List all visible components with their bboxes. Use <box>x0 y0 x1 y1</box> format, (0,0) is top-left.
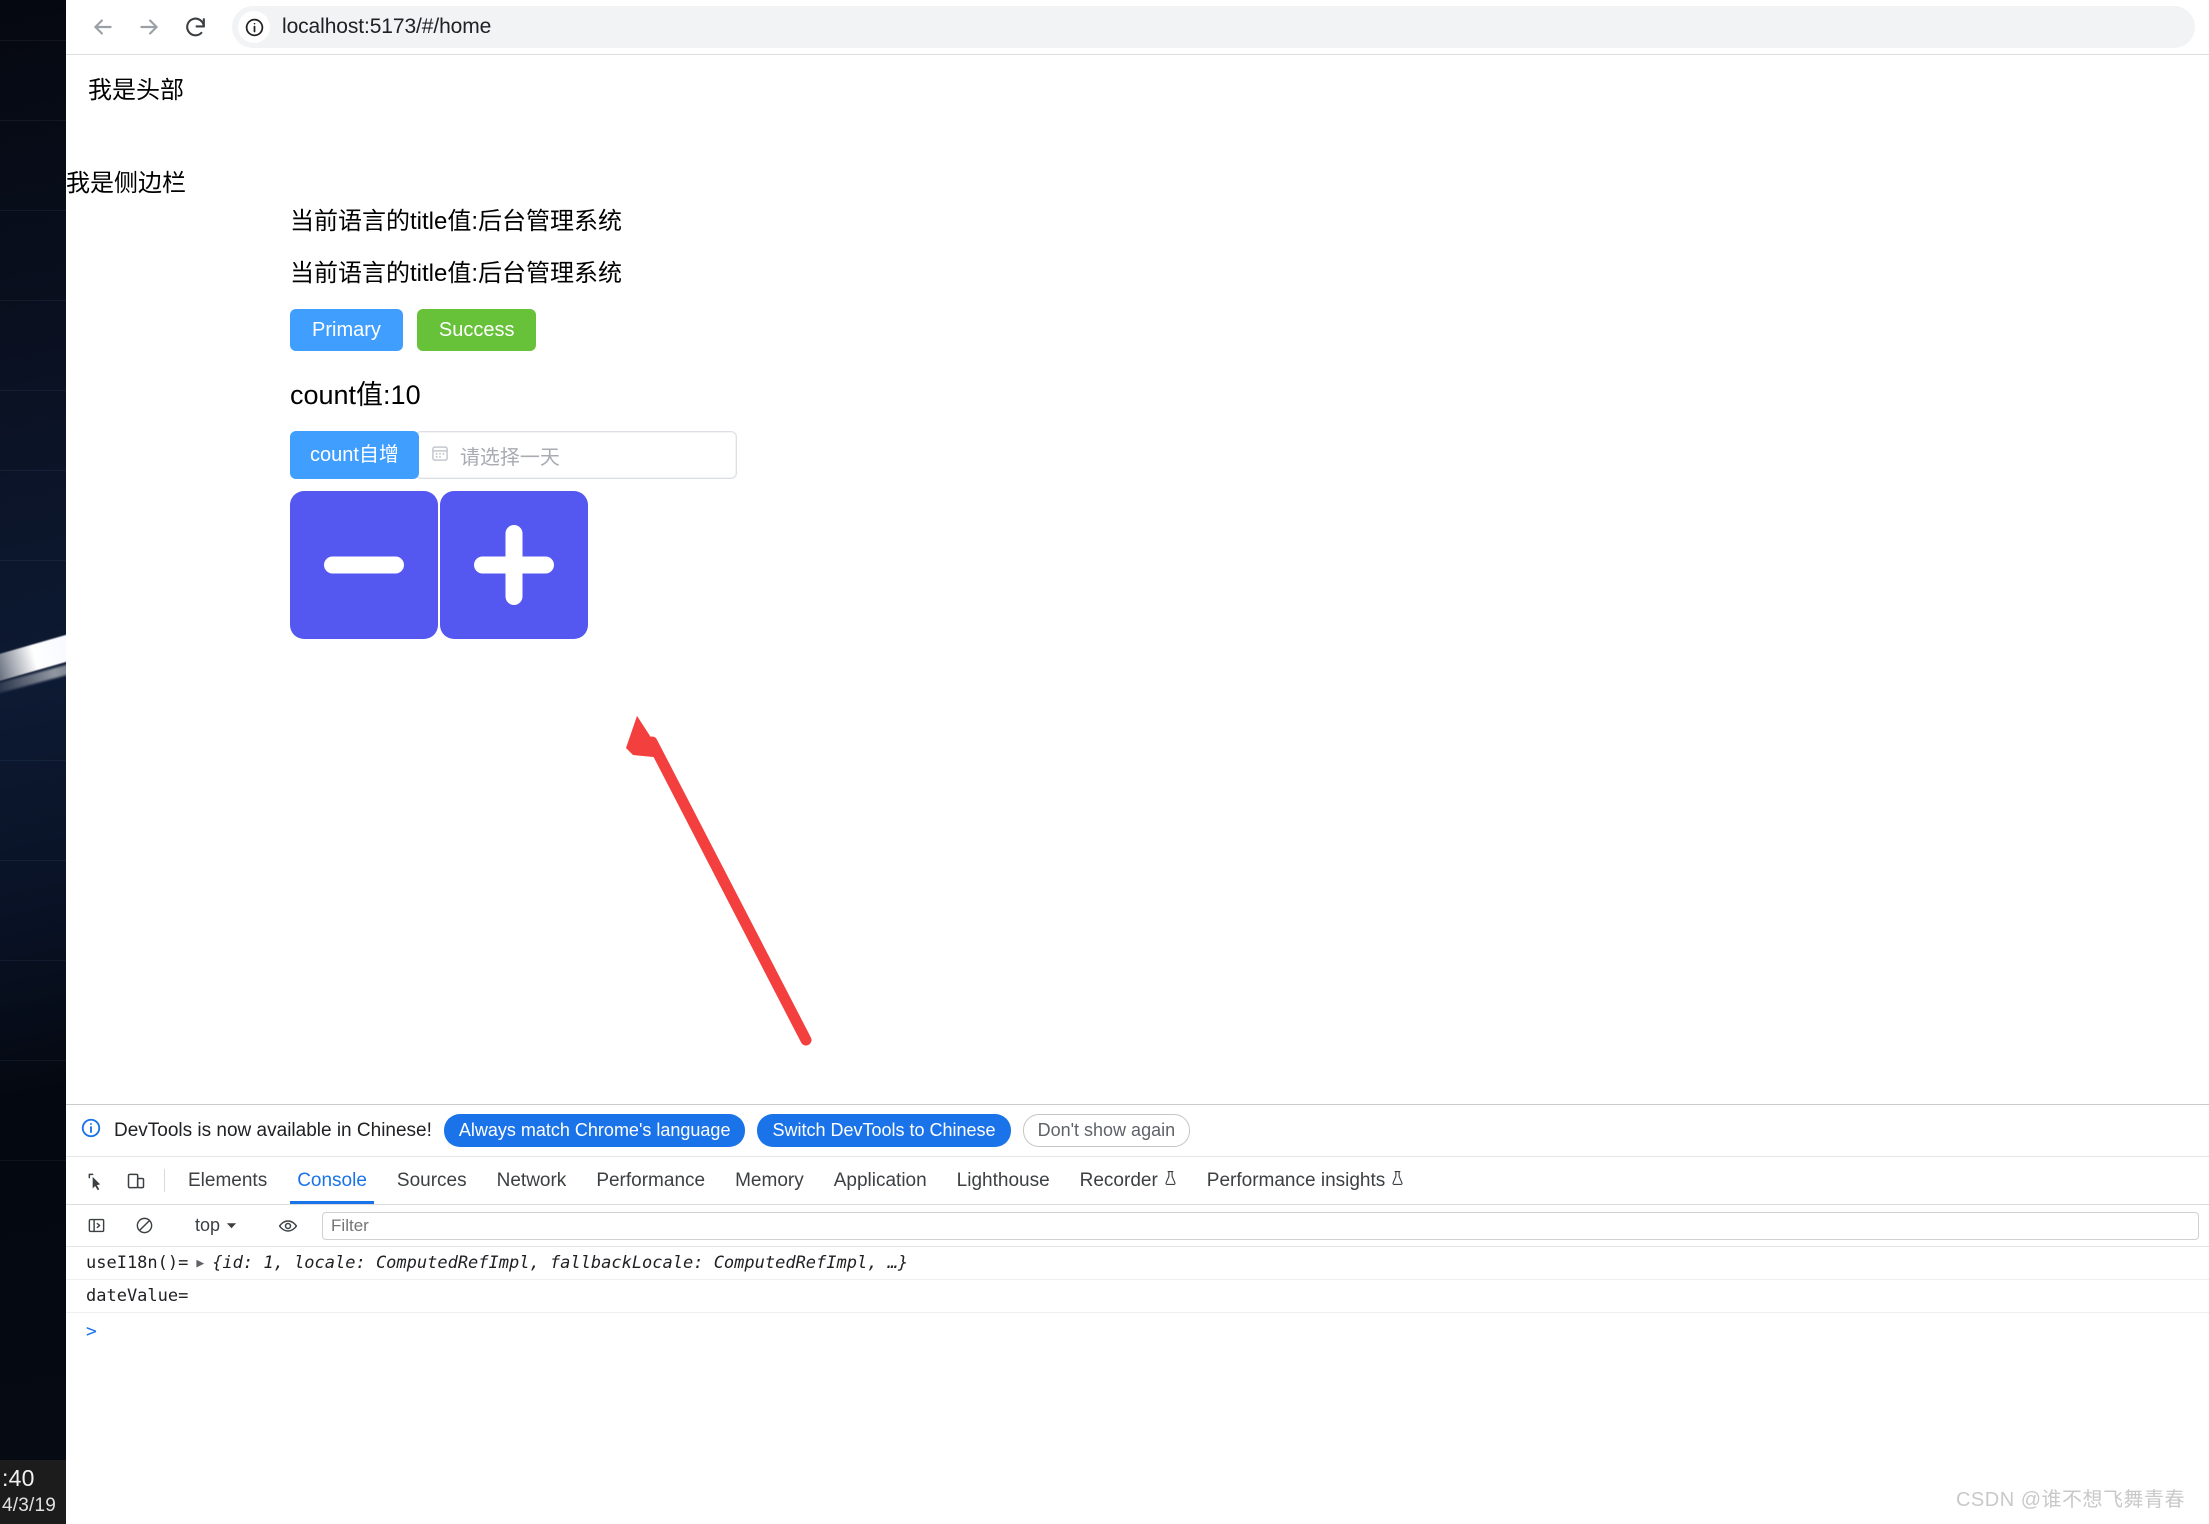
console-input-prompt[interactable]: > <box>66 1313 2209 1350</box>
calendar-icon <box>430 443 450 468</box>
csdn-watermark: CSDN @谁不想飞舞青春 <box>1955 1489 2185 1511</box>
always-match-language-button[interactable]: Always match Chrome's language <box>443 1113 746 1148</box>
tab-label: Performance <box>596 1169 706 1191</box>
browser-window: localhost:5173/#/home 我是头部 我是侧边栏 当前语言的ti… <box>66 0 2209 1524</box>
inspect-element-icon[interactable] <box>76 1157 116 1204</box>
tab-label: Lighthouse <box>956 1169 1050 1191</box>
console-sidebar-icon[interactable] <box>76 1216 116 1235</box>
info-circle-icon <box>80 1117 102 1144</box>
plus-icon[interactable] <box>440 491 588 639</box>
page-viewport: 我是头部 我是侧边栏 当前语言的title值:后台管理系统 当前语言的title… <box>66 55 2209 1104</box>
flask-icon <box>1391 1170 1404 1192</box>
tab-performance[interactable]: Performance <box>581 1157 720 1204</box>
element-button-row: Primary Success <box>290 309 1190 351</box>
info-circle-icon[interactable] <box>238 11 270 43</box>
clock-time: :40 <box>2 1465 35 1491</box>
console-log-row: useI18n()= ▶ {id: 1, locale: ComputedRef… <box>66 1247 2209 1280</box>
stepper-control <box>290 491 588 639</box>
red-arrow-annotation <box>626 716 812 1046</box>
i18n-title-line-2: 当前语言的title值:后台管理系统 <box>290 260 623 287</box>
console-message-list: useI18n()= ▶ {id: 1, locale: ComputedRef… <box>66 1247 2209 1524</box>
flask-icon <box>1164 1170 1177 1192</box>
devtools-panel: DevTools is now available in Chinese! Al… <box>66 1104 2209 1524</box>
tab-sources[interactable]: Sources <box>382 1157 482 1204</box>
tab-lighthouse[interactable]: Lighthouse <box>942 1157 1065 1204</box>
taskbar-clock: :40 4/3/19 <box>0 1460 66 1524</box>
console-log-label: useI18n()= <box>86 1253 189 1273</box>
forward-arrow-icon[interactable] <box>126 4 172 50</box>
address-bar-url: localhost:5173/#/home <box>282 15 492 38</box>
tab-label: Sources <box>396 1169 467 1191</box>
browser-toolbar: localhost:5173/#/home <box>66 0 2209 55</box>
devtools-tab-strip: Elements Console Sources Network Perform… <box>66 1157 2209 1205</box>
tab-label: Elements <box>188 1169 268 1191</box>
device-toolbar-icon[interactable] <box>116 1157 156 1204</box>
switch-devtools-language-button[interactable]: Switch DevTools to Chinese <box>757 1113 1011 1148</box>
tab-label: Memory <box>735 1169 804 1191</box>
expand-object-icon[interactable]: ▶ <box>196 1256 204 1271</box>
console-toolbar: top <box>66 1205 2209 1247</box>
tab-memory[interactable]: Memory <box>720 1157 819 1204</box>
clear-console-icon[interactable] <box>124 1216 164 1235</box>
chevron-down-icon <box>226 1215 237 1236</box>
app-sidebar-text: 我是侧边栏 <box>66 170 186 197</box>
tab-label: Recorder <box>1079 1169 1158 1191</box>
app-main-content: 当前语言的title值:后台管理系统 当前语言的title值:后台管理系统 Pr… <box>290 203 1190 639</box>
tab-performance-insights[interactable]: Performance insights <box>1192 1157 1419 1204</box>
tab-label: Performance insights <box>1206 1169 1386 1191</box>
devtools-language-notice: DevTools is now available in Chinese! Al… <box>66 1105 2209 1157</box>
date-picker-input[interactable]: 请选择一天 <box>414 431 737 480</box>
tab-recorder[interactable]: Recorder <box>1065 1157 1192 1204</box>
controls-row: count自增 请选择一天 <box>290 431 1190 480</box>
live-expression-eye-icon[interactable] <box>268 1216 308 1236</box>
desktop-wallpaper <box>0 0 66 1524</box>
success-button[interactable]: Success <box>416 309 537 351</box>
tab-network[interactable]: Network <box>482 1157 582 1204</box>
tab-application[interactable]: Application <box>819 1157 942 1204</box>
console-log-label: dateValue= <box>86 1286 189 1306</box>
console-context-selector[interactable]: top <box>189 1215 243 1236</box>
tab-elements[interactable]: Elements <box>173 1157 282 1204</box>
context-label: top <box>195 1215 221 1235</box>
minus-icon[interactable] <box>290 491 438 639</box>
date-picker-placeholder: 请选择一天 <box>459 446 560 469</box>
primary-button[interactable]: Primary <box>290 309 403 351</box>
address-bar[interactable]: localhost:5173/#/home <box>232 6 2195 48</box>
app-header-text: 我是头部 <box>88 77 184 104</box>
reload-icon[interactable] <box>172 4 218 50</box>
console-object-preview: {id: 1, locale: ComputedRefImpl, fallbac… <box>212 1253 909 1273</box>
dont-show-again-button[interactable]: Don't show again <box>1022 1113 1191 1148</box>
tab-label: Network <box>496 1169 567 1191</box>
i18n-title-line-1: 当前语言的title值:后台管理系统 <box>290 208 623 235</box>
console-log-row: dateValue= <box>66 1280 2209 1313</box>
count-value-label: count值:10 <box>290 380 421 410</box>
back-arrow-icon[interactable] <box>80 4 126 50</box>
tab-label: Application <box>833 1169 927 1191</box>
tab-console[interactable]: Console <box>282 1157 382 1204</box>
console-filter-input[interactable] <box>322 1211 2199 1240</box>
clock-date: 4/3/19 <box>2 1495 57 1516</box>
count-increment-button[interactable]: count自增 <box>290 431 419 480</box>
notice-message: DevTools is now available in Chinese! <box>114 1119 432 1141</box>
tab-label: Console <box>297 1169 367 1191</box>
